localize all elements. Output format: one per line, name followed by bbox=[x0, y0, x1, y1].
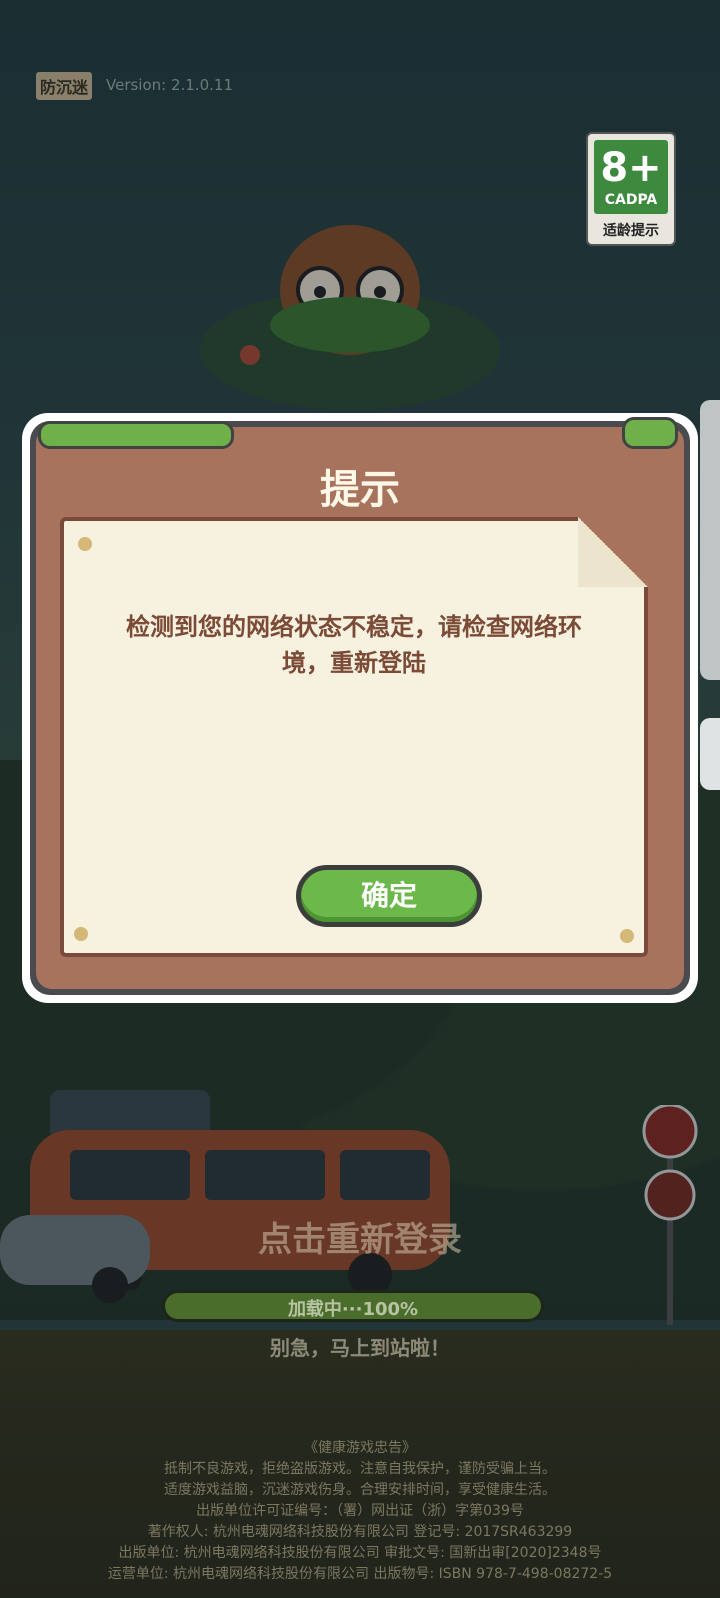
progress-text: 加载中···100% bbox=[287, 1299, 419, 1320]
footer-line: 抵制不良游戏，拒绝盗版游戏。注意自我保护，谨防受骗上当。 bbox=[164, 1461, 556, 1477]
network-error-dialog: 提示 检测到您的网络状态不稳定，请检查网络环境，重新登陆 确定 bbox=[22, 413, 698, 1003]
pin-dot bbox=[620, 929, 634, 943]
grass-decoration-right bbox=[622, 417, 678, 449]
pin-dot bbox=[78, 537, 92, 551]
anti-addiction-logo: 防沉迷 bbox=[36, 72, 93, 100]
anti-addiction-label: 防沉迷 bbox=[36, 72, 93, 100]
footer-line: 出版单位: 杭州电魂网络科技股份有限公司 审批文号: 国新出审[2020]234… bbox=[118, 1545, 602, 1561]
loading-progress-bar: 加载中···100% bbox=[162, 1290, 544, 1322]
age-rating-icon: 8+ CADPA bbox=[594, 140, 668, 214]
side-panel-handle[interactable] bbox=[700, 400, 720, 680]
rating-org: CADPA bbox=[604, 192, 658, 208]
dialog-message: 检测到您的网络状态不稳定，请检查网络环境，重新登陆 bbox=[126, 613, 582, 677]
footer-line: 著作权人: 杭州电魂网络科技股份有限公司 登记号: 2017SR463299 bbox=[147, 1524, 573, 1540]
age-rating-badge[interactable]: 8+ CADPA 适龄提示 bbox=[586, 132, 676, 246]
loading-hint: 别急，马上到站啦！ bbox=[270, 1336, 450, 1360]
dialog-frame: 提示 检测到您的网络状态不稳定，请检查网络环境，重新登陆 确定 bbox=[30, 417, 690, 995]
footer-line: 适度游戏益脑，沉迷游戏伤身。合理安排时间，享受健康生活。 bbox=[164, 1482, 556, 1498]
side-panel-handle-secondary[interactable] bbox=[700, 718, 720, 790]
version-text: Version: 2.1.0.11 bbox=[106, 76, 234, 94]
confirm-button[interactable]: 确定 bbox=[296, 865, 482, 927]
footer-line: 运营单位: 杭州电魂网络科技股份有限公司 出版物号: ISBN 978-7-49… bbox=[107, 1566, 613, 1582]
age-tip-label: 适龄提示 bbox=[603, 223, 659, 239]
grass-decoration-left bbox=[38, 421, 234, 449]
footer-line: 出版单位许可证编号：（署）网出证（浙）字第039号 bbox=[196, 1503, 524, 1519]
dialog-wood-panel: 提示 检测到您的网络状态不稳定，请检查网络环境，重新登陆 确定 bbox=[36, 417, 684, 989]
tap-relogin-text[interactable]: 点击重新登录 bbox=[0, 1212, 720, 1261]
dialog-title: 提示 bbox=[320, 467, 400, 513]
footer-line: 《健康游戏忠告》 bbox=[304, 1440, 416, 1456]
health-notice-footer: 《健康游戏忠告》 抵制不良游戏，拒绝盗版游戏。注意自我保护，谨防受骗上当。 适度… bbox=[0, 1438, 720, 1585]
pin-dot bbox=[74, 927, 88, 941]
age-number: 8+ bbox=[600, 145, 662, 191]
dialog-paper: 检测到您的网络状态不稳定，请检查网络环境，重新登陆 确定 bbox=[60, 517, 648, 957]
paper-fold-corner bbox=[578, 517, 648, 587]
